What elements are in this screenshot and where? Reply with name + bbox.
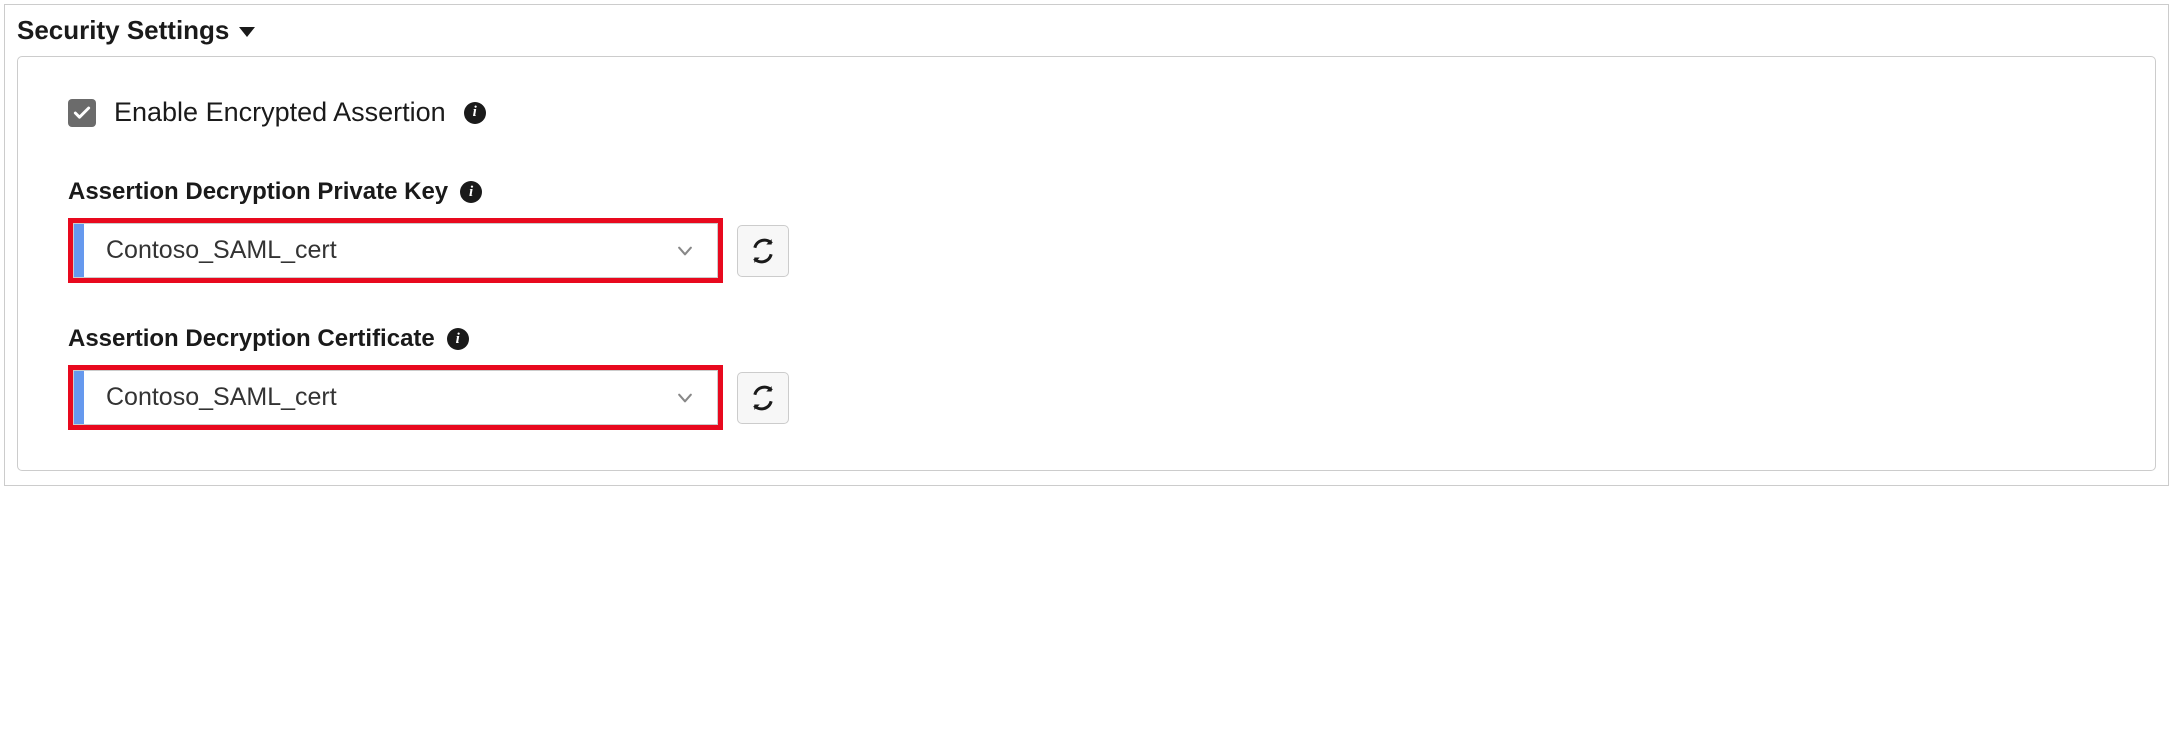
certificate-label: Assertion Decryption Certificate	[68, 325, 435, 353]
enable-encrypted-assertion-label: Enable Encrypted Assertion	[114, 97, 446, 128]
security-settings-container: Security Settings Enable Encrypted Asser…	[4, 4, 2169, 486]
certificate-field-group: Assertion Decryption Certificate i Conto…	[68, 325, 2105, 430]
checkmark-icon	[72, 103, 92, 123]
certificate-field-row: Contoso_SAML_cert	[68, 365, 2105, 430]
chevron-down-icon	[675, 241, 695, 261]
certificate-value: Contoso_SAML_cert	[84, 383, 675, 412]
private-key-value: Contoso_SAML_cert	[84, 236, 675, 265]
info-icon[interactable]: i	[464, 102, 486, 124]
private-key-dropdown[interactable]: Contoso_SAML_cert	[73, 223, 718, 278]
private-key-field-group: Assertion Decryption Private Key i Conto…	[68, 178, 2105, 283]
certificate-refresh-button[interactable]	[737, 372, 789, 424]
caret-down-icon	[239, 27, 255, 37]
chevron-down-icon	[675, 388, 695, 408]
enable-encrypted-assertion-row: Enable Encrypted Assertion i	[68, 97, 2105, 128]
section-title: Security Settings	[17, 15, 229, 46]
certificate-label-row: Assertion Decryption Certificate i	[68, 325, 2105, 353]
refresh-icon	[750, 238, 776, 264]
info-icon[interactable]: i	[460, 181, 482, 203]
enable-encrypted-assertion-checkbox[interactable]	[68, 99, 96, 127]
refresh-icon	[750, 385, 776, 411]
private-key-refresh-button[interactable]	[737, 225, 789, 277]
private-key-label: Assertion Decryption Private Key	[68, 178, 448, 206]
dropdown-accent-bar	[74, 224, 84, 277]
info-icon[interactable]: i	[447, 328, 469, 350]
private-key-label-row: Assertion Decryption Private Key i	[68, 178, 2105, 206]
certificate-dropdown-highlight: Contoso_SAML_cert	[68, 365, 723, 430]
settings-panel: Enable Encrypted Assertion i Assertion D…	[17, 56, 2156, 471]
section-header[interactable]: Security Settings	[17, 15, 2156, 46]
private-key-dropdown-highlight: Contoso_SAML_cert	[68, 218, 723, 283]
certificate-dropdown[interactable]: Contoso_SAML_cert	[73, 370, 718, 425]
dropdown-accent-bar	[74, 371, 84, 424]
private-key-field-row: Contoso_SAML_cert	[68, 218, 2105, 283]
